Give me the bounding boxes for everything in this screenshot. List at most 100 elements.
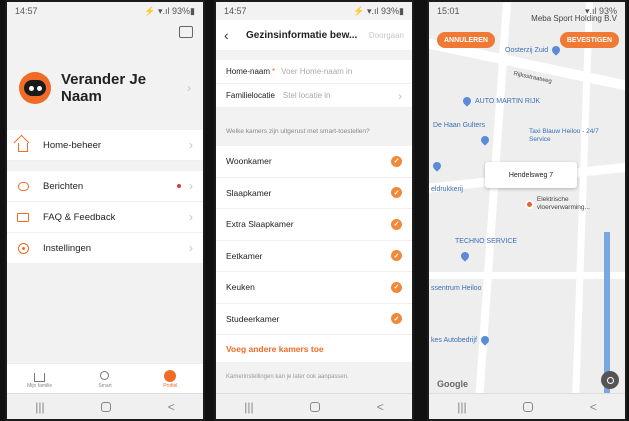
map-pin-icon <box>550 44 562 56</box>
back-arrow-icon[interactable]: ‹ <box>224 27 246 43</box>
check-icon[interactable]: ✓ <box>391 281 402 293</box>
check-icon[interactable]: ✓ <box>391 187 402 199</box>
map-street <box>429 272 625 279</box>
menu-item-label: Berichten <box>43 180 84 192</box>
back-button[interactable]: < <box>168 400 175 414</box>
add-rooms-link[interactable]: Voeg andere kamers toe <box>216 335 412 362</box>
map-view[interactable]: 15:01 ▾.ıl 93% Meba Sport Holding B.V AN… <box>429 2 625 393</box>
room-item-keuken[interactable]: Keuken ✓ <box>216 272 412 304</box>
map-pin-icon <box>459 250 471 262</box>
avatar <box>19 72 51 104</box>
robot-face-icon <box>24 80 46 96</box>
check-icon[interactable]: ✓ <box>391 250 402 262</box>
bottom-tab-bar: Mijn familie Smart Profiel <box>7 363 203 393</box>
footnote: Kamerinstellingen kan je later ook aanpa… <box>226 374 349 380</box>
check-icon[interactable]: ✓ <box>391 218 402 230</box>
home-name-input[interactable] <box>281 67 402 76</box>
map-poi-selected[interactable]: Elektrische vloerverwarming... <box>525 196 621 212</box>
home-form: Home-naam * Familielocatie Stel locatie … <box>216 60 412 108</box>
map-poi[interactable]: Oosterzij Zuid <box>505 44 564 56</box>
map-poi[interactable]: TECHNO SERVICE <box>455 238 517 245</box>
tab-label: Profiel <box>163 382 178 389</box>
system-nav-bar: ||| < <box>429 393 625 419</box>
tab-profiel[interactable]: Profiel <box>145 369 195 389</box>
room-item-extra-slaapkamer[interactable]: Extra Slaapkamer ✓ <box>216 209 412 241</box>
map-poi[interactable]: ssentrum Heiloo <box>431 285 482 292</box>
map-poi[interactable]: De Haan Gulters <box>433 122 485 129</box>
menu-item-berichten[interactable]: Berichten › <box>7 171 203 202</box>
room-item-studeerkamer[interactable]: Studeerkamer ✓ <box>216 304 412 335</box>
room-item-woonkamer[interactable]: Woonkamer ✓ <box>216 146 412 178</box>
chevron-right-icon: › <box>187 81 191 95</box>
rooms-question: Welke kamers zijn uitgerust met smart-to… <box>226 128 370 135</box>
system-nav-bar: ||| < <box>216 393 412 419</box>
map-pin-icon <box>431 160 443 172</box>
menu-item-instellingen[interactable]: Instellingen › <box>7 233 203 264</box>
home-name-label: Home-naam <box>226 67 271 76</box>
profile-screen: 14:57 ⚡ ▾.ıl 93%▮ Verander Je Naam › Hom… <box>5 0 205 421</box>
status-indicators: ▾.ıl 93% <box>584 5 617 16</box>
check-icon[interactable]: ✓ <box>391 155 402 167</box>
room-item-slaapkamer[interactable]: Slaapkamer ✓ <box>216 178 412 209</box>
back-button[interactable]: < <box>590 400 597 414</box>
continue-button[interactable]: Doorgaan <box>369 31 404 40</box>
back-button[interactable]: < <box>377 400 384 414</box>
profile-header[interactable]: Verander Je Naam › <box>7 64 203 112</box>
map-poi[interactable]: eldrukkerij <box>431 186 463 193</box>
confirm-button[interactable]: BEVESTIGEN <box>559 32 619 48</box>
menu-item-home-beheer[interactable]: Home-beheer › <box>7 130 203 161</box>
map-poi[interactable]: AUTO MARTIN RIJK <box>461 95 540 107</box>
crosshair-icon <box>606 376 614 384</box>
status-indicators: ⚡ ▾.ıl 93%▮ <box>144 5 195 16</box>
page-title: Gezinsinformatie bew... <box>246 29 358 41</box>
location-row[interactable]: Familielocatie Stel locatie in › <box>216 84 412 108</box>
home-menu-group: Home-beheer › <box>7 130 203 161</box>
location-map-screen: 15:01 ▾.ıl 93% Meba Sport Holding B.V AN… <box>427 0 627 421</box>
home-icon <box>34 373 46 382</box>
check-icon[interactable]: ✓ <box>391 313 402 325</box>
status-time: 15:01 <box>437 6 460 16</box>
profile-icon <box>164 369 177 382</box>
home-button[interactable] <box>523 401 534 412</box>
recents-button[interactable]: ||| <box>457 400 466 414</box>
room-list: Woonkamer ✓ Slaapkamer ✓ Extra Slaapkame… <box>216 146 412 362</box>
home-name-row: Home-naam * <box>216 60 412 84</box>
status-time: 14:57 <box>15 6 38 16</box>
menu-item-label: Home-beheer <box>43 139 102 151</box>
status-indicators: ⚡ ▾.ıl 93%▮ <box>353 5 404 16</box>
menu-item-label: Instellingen <box>43 242 92 254</box>
address-card[interactable]: Hendelsweg 7 <box>485 162 577 188</box>
gear-icon <box>17 242 29 254</box>
system-nav-bar: ||| < <box>7 393 203 419</box>
room-item-eetkamer[interactable]: Eetkamer ✓ <box>216 241 412 272</box>
chevron-right-icon: › <box>189 241 193 255</box>
room-label: Slaapkamer <box>226 187 272 198</box>
room-label: Woonkamer <box>226 156 272 167</box>
status-bar: 14:57 ⚡ ▾.ıl 93%▮ <box>7 2 203 20</box>
map-pin-icon <box>461 95 473 107</box>
profile-name: Verander Je Naam <box>61 71 147 105</box>
my-location-button[interactable] <box>601 371 619 389</box>
home-button[interactable] <box>310 401 321 412</box>
recents-button[interactable]: ||| <box>244 400 253 414</box>
book-icon <box>17 212 29 222</box>
map-poi[interactable]: kes Autobedrijf <box>431 334 493 346</box>
chevron-right-icon: › <box>189 210 193 224</box>
recents-button[interactable]: ||| <box>35 400 44 414</box>
house-icon <box>18 142 28 152</box>
tab-mijn-familie[interactable]: Mijn familie <box>15 369 65 389</box>
map-poi[interactable]: Taxi Blauw Heiloo - 24/7 Service <box>529 128 619 144</box>
selected-location-pin-icon <box>525 199 534 209</box>
chevron-right-icon: › <box>189 179 193 193</box>
page-header: ‹ Gezinsinformatie bew... Doorgaan <box>216 20 412 50</box>
cancel-button[interactable]: ANNULEREN <box>437 32 495 48</box>
scan-icon[interactable] <box>179 26 193 38</box>
google-logo: Google <box>437 379 468 389</box>
tab-smart[interactable]: Smart <box>80 369 130 389</box>
home-button[interactable] <box>101 401 112 412</box>
address-label: Hendelsweg 7 <box>508 171 554 179</box>
required-mark: * <box>272 67 276 76</box>
settings-menu-group: Berichten › FAQ & Feedback › Instellinge… <box>7 171 203 264</box>
menu-item-faq-feedback[interactable]: FAQ & Feedback › <box>7 202 203 233</box>
tab-label: Mijn familie <box>27 382 53 389</box>
